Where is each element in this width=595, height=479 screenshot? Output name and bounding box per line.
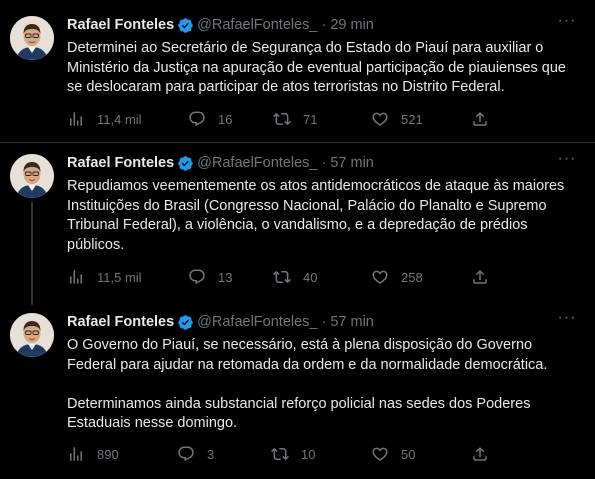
- reply-count: 13: [218, 269, 233, 285]
- retweet-button[interactable]: 10: [271, 444, 315, 464]
- like-icon: [372, 112, 388, 126]
- retweet-count: 10: [301, 446, 316, 462]
- tweet-actions: 11,4 mil 16 71 521: [67, 109, 567, 129]
- author-handle[interactable]: @RafaelFonteles_: [197, 16, 317, 34]
- author-name[interactable]: Rafael Fonteles: [67, 313, 174, 331]
- reply-button[interactable]: 16: [188, 109, 232, 129]
- views-button[interactable]: 890: [67, 444, 119, 464]
- more-icon[interactable]: ···: [557, 310, 577, 331]
- separator-dot: ·: [321, 17, 327, 33]
- tweet-header: Rafael Fonteles @RafaelFonteles_ · 57 mi…: [67, 154, 374, 172]
- tweet-paragraph: Determinei ao Secretário de Segurança do…: [67, 40, 566, 95]
- like-icon: [372, 270, 388, 284]
- tweet-paragraph: Repudiamos veementemente os atos antidem…: [67, 178, 565, 253]
- reply-count: 3: [207, 446, 215, 462]
- separator-dot: ·: [321, 314, 327, 330]
- reply-icon: [189, 111, 205, 127]
- like-count: 521: [401, 111, 423, 127]
- retweet-count: 40: [303, 269, 318, 285]
- like-icon: [372, 447, 388, 461]
- thread-line: [31, 202, 33, 305]
- tweet-paragraph: O Governo do Piauí, se necessário, está …: [67, 337, 548, 373]
- tweet-text: O Governo do Piauí, se necessário, está …: [67, 336, 567, 434]
- tweet-text: Repudiamos veementemente os atos antidem…: [67, 177, 567, 255]
- share-icon: [473, 446, 487, 461]
- retweet-icon: [271, 447, 289, 461]
- tweet-3[interactable]: Rafael Fonteles @RafaelFonteles_ · 57 mi…: [0, 310, 595, 465]
- author-name[interactable]: Rafael Fonteles: [67, 16, 174, 34]
- views-button[interactable]: 11,5 mil: [67, 267, 142, 287]
- views-count: 11,5 mil: [97, 269, 142, 285]
- avatar[interactable]: [10, 154, 54, 198]
- more-icon[interactable]: ···: [557, 13, 577, 34]
- like-button[interactable]: 50: [371, 444, 415, 464]
- views-count: 11,4 mil: [97, 111, 142, 127]
- tweet-header: Rafael Fonteles @RafaelFonteles_ · 57 mi…: [67, 313, 374, 331]
- views-icon: [70, 447, 82, 461]
- retweet-count: 71: [303, 111, 318, 127]
- reply-icon: [178, 446, 194, 462]
- verified-badge-icon: [177, 155, 194, 172]
- more-icon[interactable]: ···: [557, 151, 577, 172]
- share-icon: [473, 111, 487, 126]
- tweet-time[interactable]: 57 min: [330, 154, 374, 172]
- retweet-button[interactable]: 71: [273, 109, 317, 129]
- author-handle[interactable]: @RafaelFonteles_: [197, 313, 317, 331]
- verified-badge-icon: [177, 17, 194, 34]
- reply-button[interactable]: 13: [188, 267, 232, 287]
- avatar[interactable]: [10, 313, 54, 357]
- tweet-paragraph: Determinamos ainda substancial reforço p…: [67, 395, 531, 432]
- views-count: 890: [97, 446, 119, 462]
- tweet-time[interactable]: 57 min: [330, 313, 374, 331]
- share-button[interactable]: [471, 109, 501, 129]
- reply-count: 16: [218, 111, 233, 127]
- author-name[interactable]: Rafael Fonteles: [67, 154, 174, 172]
- tweet-header: Rafael Fonteles @RafaelFonteles_ · 29 mi…: [67, 16, 374, 34]
- avatar-image: [10, 313, 54, 357]
- like-button[interactable]: 521: [371, 109, 423, 129]
- tweet-time[interactable]: 29 min: [330, 16, 374, 34]
- retweet-icon: [273, 112, 291, 126]
- avatar[interactable]: [10, 16, 54, 60]
- retweet-icon: [273, 270, 291, 284]
- share-button[interactable]: [471, 444, 501, 464]
- author-handle[interactable]: @RafaelFonteles_: [197, 154, 317, 172]
- verified-badge-icon: [177, 314, 194, 331]
- tweet-2[interactable]: Rafael Fonteles @RafaelFonteles_ · 57 mi…: [0, 151, 595, 289]
- reply-button[interactable]: 3: [177, 444, 214, 464]
- like-count: 50: [401, 446, 416, 462]
- tweet-actions: 11,5 mil 13 40 258: [67, 267, 567, 287]
- views-button[interactable]: 11,4 mil: [67, 109, 142, 129]
- like-count: 258: [401, 269, 423, 285]
- separator-dot: ·: [321, 155, 327, 171]
- views-icon: [70, 270, 82, 284]
- avatar-image: [10, 154, 54, 198]
- tweet-text: Determinei ao Secretário de Segurança do…: [67, 39, 567, 98]
- tweet-1[interactable]: Rafael Fonteles @RafaelFonteles_ · 29 mi…: [0, 13, 595, 130]
- avatar-image: [10, 16, 54, 60]
- like-button[interactable]: 258: [371, 267, 423, 287]
- tweet-actions: 890 3 10 50: [67, 444, 567, 464]
- divider: [0, 142, 595, 143]
- share-button[interactable]: [471, 267, 501, 287]
- share-icon: [473, 269, 487, 284]
- reply-icon: [189, 269, 205, 285]
- views-icon: [70, 112, 82, 126]
- retweet-button[interactable]: 40: [273, 267, 317, 287]
